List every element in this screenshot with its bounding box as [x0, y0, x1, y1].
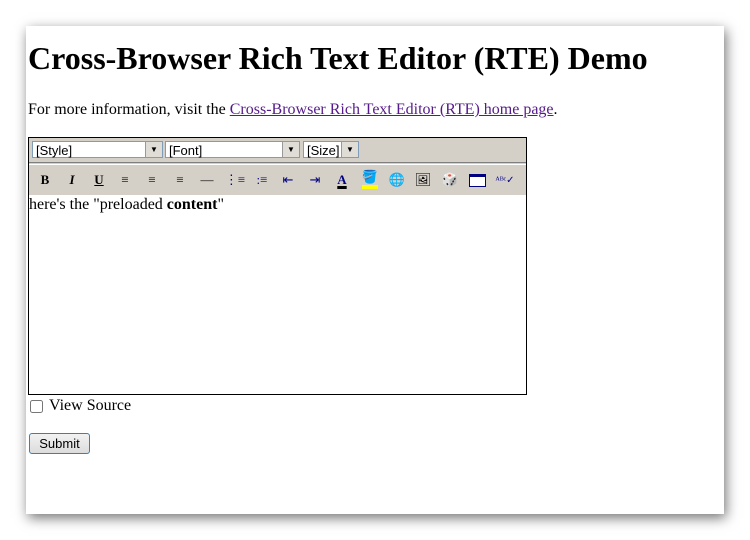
info-suffix: . [553, 101, 558, 118]
align-left-icon: ≡ [121, 172, 129, 187]
align-center-button[interactable]: ≡ [141, 169, 163, 191]
align-left-button[interactable]: ≡ [114, 169, 136, 191]
text-color-icon: A [337, 172, 347, 187]
editor-content[interactable]: here's the "preloaded content" [29, 195, 526, 394]
size-select[interactable]: [Size] ▼ [303, 141, 359, 158]
content-text-end: " [217, 196, 224, 213]
view-source-label: View Source [49, 397, 132, 414]
insert-link-button[interactable]: 🌐 [386, 169, 408, 191]
bold-button[interactable]: B [34, 169, 56, 191]
outdent-icon: ⇤ [282, 172, 294, 187]
align-center-icon: ≡ [148, 172, 156, 187]
unordered-list-icon: :≡ [256, 172, 268, 187]
rich-text-editor: [Style] ▼ [Font] ▼ [Size] ▼ B I U ≡ ≡ ≡ — ⋮… [28, 137, 527, 395]
content-text: here's the "preloaded [29, 196, 167, 213]
chevron-down-icon: ▼ [282, 142, 299, 157]
bold-icon: B [40, 172, 50, 187]
italic-button[interactable]: I [61, 169, 83, 191]
horizontal-rule-button[interactable]: — [196, 169, 218, 191]
info-prefix: For more information, visit the [28, 101, 230, 118]
align-right-icon: ≡ [176, 172, 184, 187]
ordered-list-icon: ⋮≡ [224, 172, 246, 187]
format-toolbar: [Style] ▼ [Font] ▼ [Size] ▼ [29, 138, 526, 163]
font-value: [Font] [169, 143, 203, 158]
special-character-button[interactable]: 🎲 [439, 169, 461, 191]
content-bold-text: content [166, 196, 218, 213]
page: Cross-Browser Rich Text Editor (RTE) Dem… [26, 26, 724, 514]
table-icon [468, 173, 486, 187]
paint-bucket-icon: 🪣 [361, 169, 379, 184]
special-character-icon: 🎲 [441, 172, 459, 187]
italic-icon: I [69, 172, 75, 187]
font-select[interactable]: [Font] ▼ [165, 141, 300, 158]
outdent-button[interactable]: ⇤ [277, 169, 299, 191]
style-value: [Style] [36, 143, 73, 158]
view-source-toggle[interactable]: View Source [30, 397, 131, 415]
horizontal-rule-icon: — [200, 172, 214, 187]
underline-icon: U [94, 172, 104, 187]
underline-button[interactable]: U [88, 169, 110, 191]
ordered-list-button[interactable]: ⋮≡ [224, 169, 246, 191]
image-icon: 🖼 [414, 172, 432, 187]
align-right-button[interactable]: ≡ [169, 169, 191, 191]
page-title: Cross-Browser Rich Text Editor (RTE) Dem… [28, 40, 648, 76]
view-source-checkbox[interactable] [30, 399, 43, 413]
button-toolbar: B I U ≡ ≡ ≡ — ⋮≡ :≡ ⇤ ⇥ A 🪣 🌐 🖼 🎲 ᴬᴮᶜ✓ [29, 164, 526, 196]
info-text: For more information, visit the Cross-Br… [28, 101, 558, 119]
indent-icon: ⇥ [309, 172, 321, 187]
size-value: [Size] [307, 143, 340, 158]
chevron-down-icon: ▼ [341, 142, 358, 157]
highlight-button[interactable]: 🪣 [362, 169, 378, 189]
unordered-list-button[interactable]: :≡ [251, 169, 273, 191]
globe-link-icon: 🌐 [388, 172, 406, 187]
spell-check-button[interactable]: ᴬᴮᶜ✓ [494, 169, 516, 191]
home-page-link[interactable]: Cross-Browser Rich Text Editor (RTE) hom… [230, 101, 554, 118]
submit-button[interactable]: Submit [29, 433, 90, 454]
insert-table-button[interactable] [466, 169, 488, 191]
indent-button[interactable]: ⇥ [304, 169, 326, 191]
insert-image-button[interactable]: 🖼 [412, 169, 434, 191]
chevron-down-icon: ▼ [145, 142, 162, 157]
text-color-button[interactable]: A [331, 169, 353, 191]
spell-check-icon: ᴬᴮᶜ✓ [495, 174, 515, 186]
style-select[interactable]: [Style] ▼ [32, 141, 163, 158]
